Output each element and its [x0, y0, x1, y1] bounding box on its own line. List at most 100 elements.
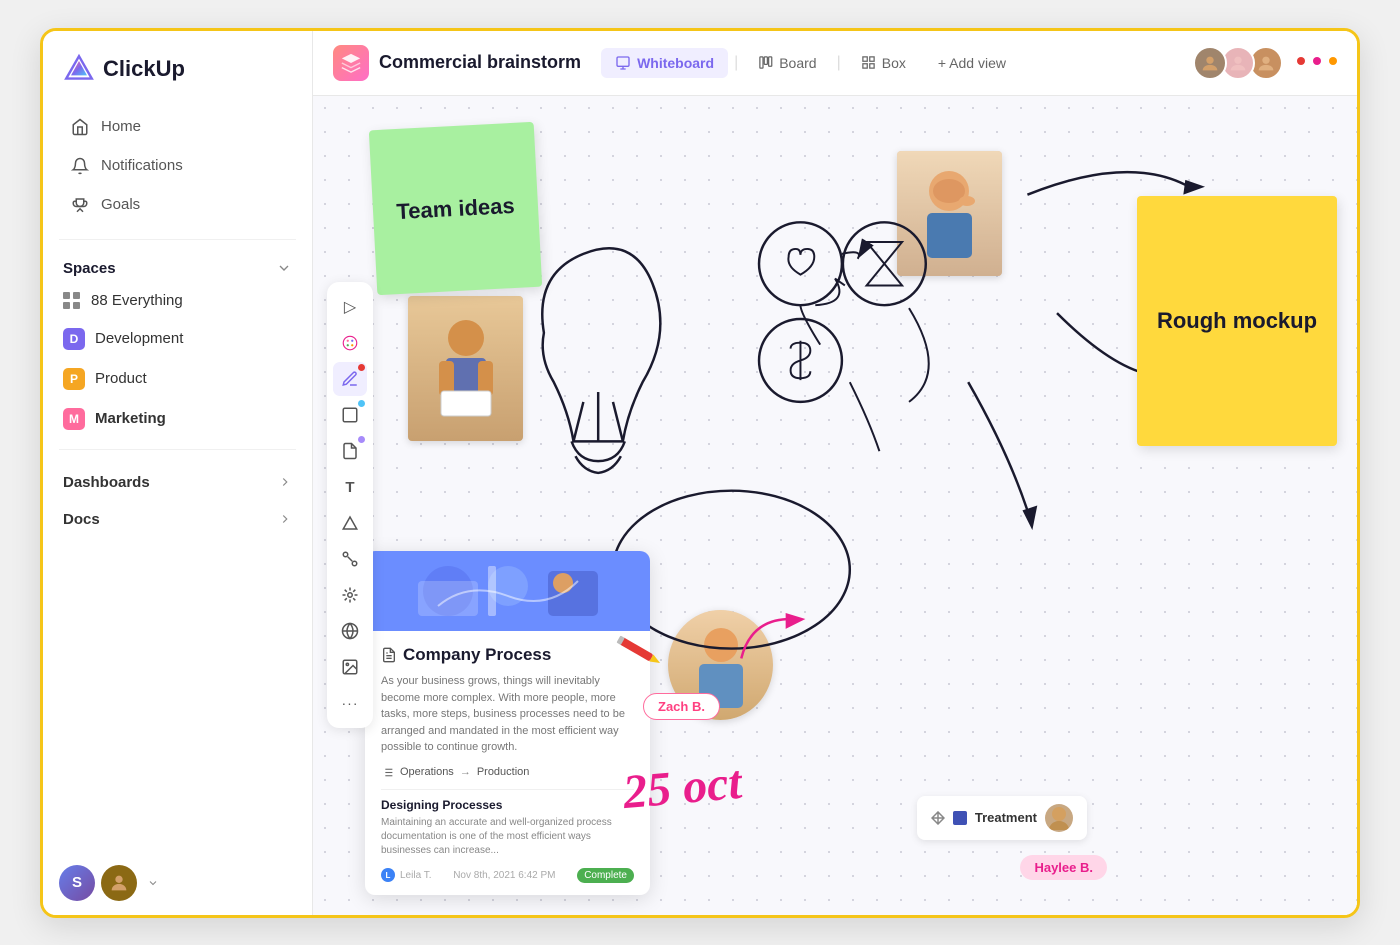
doc-divider — [381, 789, 634, 790]
heart-icon — [788, 248, 814, 274]
arrow-5 — [850, 382, 880, 451]
sidebar-item-development[interactable]: D Development — [51, 319, 304, 359]
doc-card-header — [365, 551, 650, 631]
sidebar-item-goals[interactable]: Goals — [51, 186, 304, 224]
sidebar-item-home[interactable]: Home — [51, 108, 304, 146]
big-arrow-head — [1183, 179, 1205, 194]
move-icon — [931, 811, 945, 825]
doc-card-flow: Operations → Production — [381, 766, 634, 779]
photo-woman-face — [897, 151, 1002, 276]
dollar-circle — [759, 319, 842, 402]
arrow-down-head — [1022, 505, 1037, 530]
tool-palette[interactable] — [333, 326, 367, 360]
arrow-2 — [815, 278, 839, 305]
sidebar-item-notifications[interactable]: Notifications — [51, 147, 304, 185]
doc-card-title: Company Process — [381, 645, 634, 665]
pen-dot — [358, 364, 365, 371]
treatment-box: Treatment — [917, 796, 1087, 840]
man-svg — [431, 313, 501, 423]
sidebar-item-dashboards[interactable]: Dashboards — [51, 464, 304, 501]
label-haylee: Haylee B. — [1020, 855, 1107, 880]
tab-box[interactable]: Box — [847, 48, 920, 78]
top-bar: Commercial brainstorm Whiteboard | — [313, 31, 1357, 96]
tab-board[interactable]: Board — [744, 48, 830, 78]
tool-image[interactable] — [333, 650, 367, 684]
tab-whiteboard[interactable]: Whiteboard — [601, 48, 728, 78]
tool-more[interactable]: ··· — [333, 686, 367, 720]
face-icon-3 — [1255, 52, 1277, 74]
avatar-status-dots — [1293, 61, 1337, 65]
tool-globe[interactable] — [333, 614, 367, 648]
tab-box-label: Box — [882, 55, 906, 71]
sidebar-item-product[interactable]: P Product — [51, 359, 304, 399]
sidebar-item-docs[interactable]: Docs — [51, 501, 304, 538]
add-view-button[interactable]: + Add view — [924, 48, 1020, 78]
big-arrow-path — [1027, 172, 1185, 195]
sticky-yellow[interactable]: Rough mockup — [1137, 196, 1337, 446]
sidebar-item-product-label: Product — [95, 370, 147, 387]
sidebar-bottom-nav: Dashboards Docs — [43, 460, 312, 542]
sidebar-user-area: S — [43, 851, 312, 915]
dollar-sign — [791, 340, 811, 379]
arrow-1 — [842, 252, 859, 259]
sidebar: ClickUp Home Notifications — [43, 31, 313, 915]
chevron-right-icon-2 — [278, 512, 292, 526]
tab-separator-2: | — [837, 54, 841, 72]
everything-icon — [63, 292, 81, 310]
logo[interactable]: ClickUp — [43, 31, 312, 103]
chevron-down-icon[interactable] — [276, 260, 292, 276]
doc-card-body: Company Process As your business grows, … — [365, 631, 650, 895]
user-avatars-bottom[interactable]: S — [43, 851, 312, 915]
star-icon — [341, 586, 359, 604]
user-face-icon — [108, 872, 130, 894]
sidebar-item-notifications-label: Notifications — [101, 157, 183, 174]
clickup-logo-icon — [63, 53, 95, 85]
footer-avatar: L — [381, 868, 395, 882]
app-container: ClickUp Home Notifications — [40, 28, 1360, 918]
doc-card[interactable]: Company Process As your business grows, … — [365, 551, 650, 895]
tool-text[interactable]: T — [333, 470, 367, 504]
treatment-avatar — [1045, 804, 1073, 832]
sidebar-item-everything-label: 88 Everything — [91, 292, 183, 309]
sidebar-item-marketing[interactable]: M Marketing — [51, 399, 304, 439]
collab-avatar-1 — [1193, 46, 1227, 80]
photo-woman-thinking — [897, 151, 1002, 276]
image-icon — [341, 658, 359, 676]
treatment-face-icon — [1045, 804, 1073, 832]
photo-man-face — [408, 296, 523, 441]
trophy-icon — [71, 196, 89, 214]
arrow-down — [968, 382, 1027, 510]
tool-connect[interactable] — [333, 542, 367, 576]
tool-star[interactable] — [333, 578, 367, 612]
rect-icon — [341, 406, 359, 424]
flow-list-icon — [381, 766, 394, 779]
tool-note[interactable] — [333, 434, 367, 468]
lightbulb-drawing — [542, 248, 660, 473]
status-dot-orange — [1329, 57, 1337, 65]
shape-icon — [341, 514, 359, 532]
breadcrumb-title: Commercial brainstorm — [379, 52, 581, 73]
doc-sub-text: Maintaining an accurate and well-organiz… — [381, 816, 634, 858]
sticky-green[interactable]: Team ideas — [369, 121, 542, 294]
tool-shape[interactable] — [333, 506, 367, 540]
haylee-label-text: Haylee B. — [1034, 860, 1093, 875]
main-content: Commercial brainstorm Whiteboard | — [313, 31, 1357, 915]
whiteboard-area[interactable]: ▷ — [313, 96, 1357, 915]
board-tab-icon — [758, 55, 773, 70]
tool-pen[interactable] — [333, 362, 367, 396]
tool-cursor[interactable]: ▷ — [333, 290, 367, 324]
more-dots-label: ··· — [342, 695, 359, 711]
logo-text: ClickUp — [103, 56, 185, 82]
globe-icon — [341, 622, 359, 640]
box-3d-icon — [340, 52, 362, 74]
sidebar-item-development-label: Development — [95, 330, 183, 347]
sidebar-item-home-label: Home — [101, 118, 141, 135]
heart-circle — [759, 222, 842, 305]
tool-rect[interactable] — [333, 398, 367, 432]
docs-label: Docs — [63, 511, 100, 528]
spaces-header: Spaces — [43, 250, 312, 283]
footer-user-name: Leila T. — [400, 870, 432, 881]
zach-label-text: Zach B. — [658, 699, 705, 714]
sidebar-item-everything[interactable]: 88 Everything — [51, 283, 304, 319]
spaces-list: 88 Everything D Development P Product M … — [43, 283, 312, 439]
